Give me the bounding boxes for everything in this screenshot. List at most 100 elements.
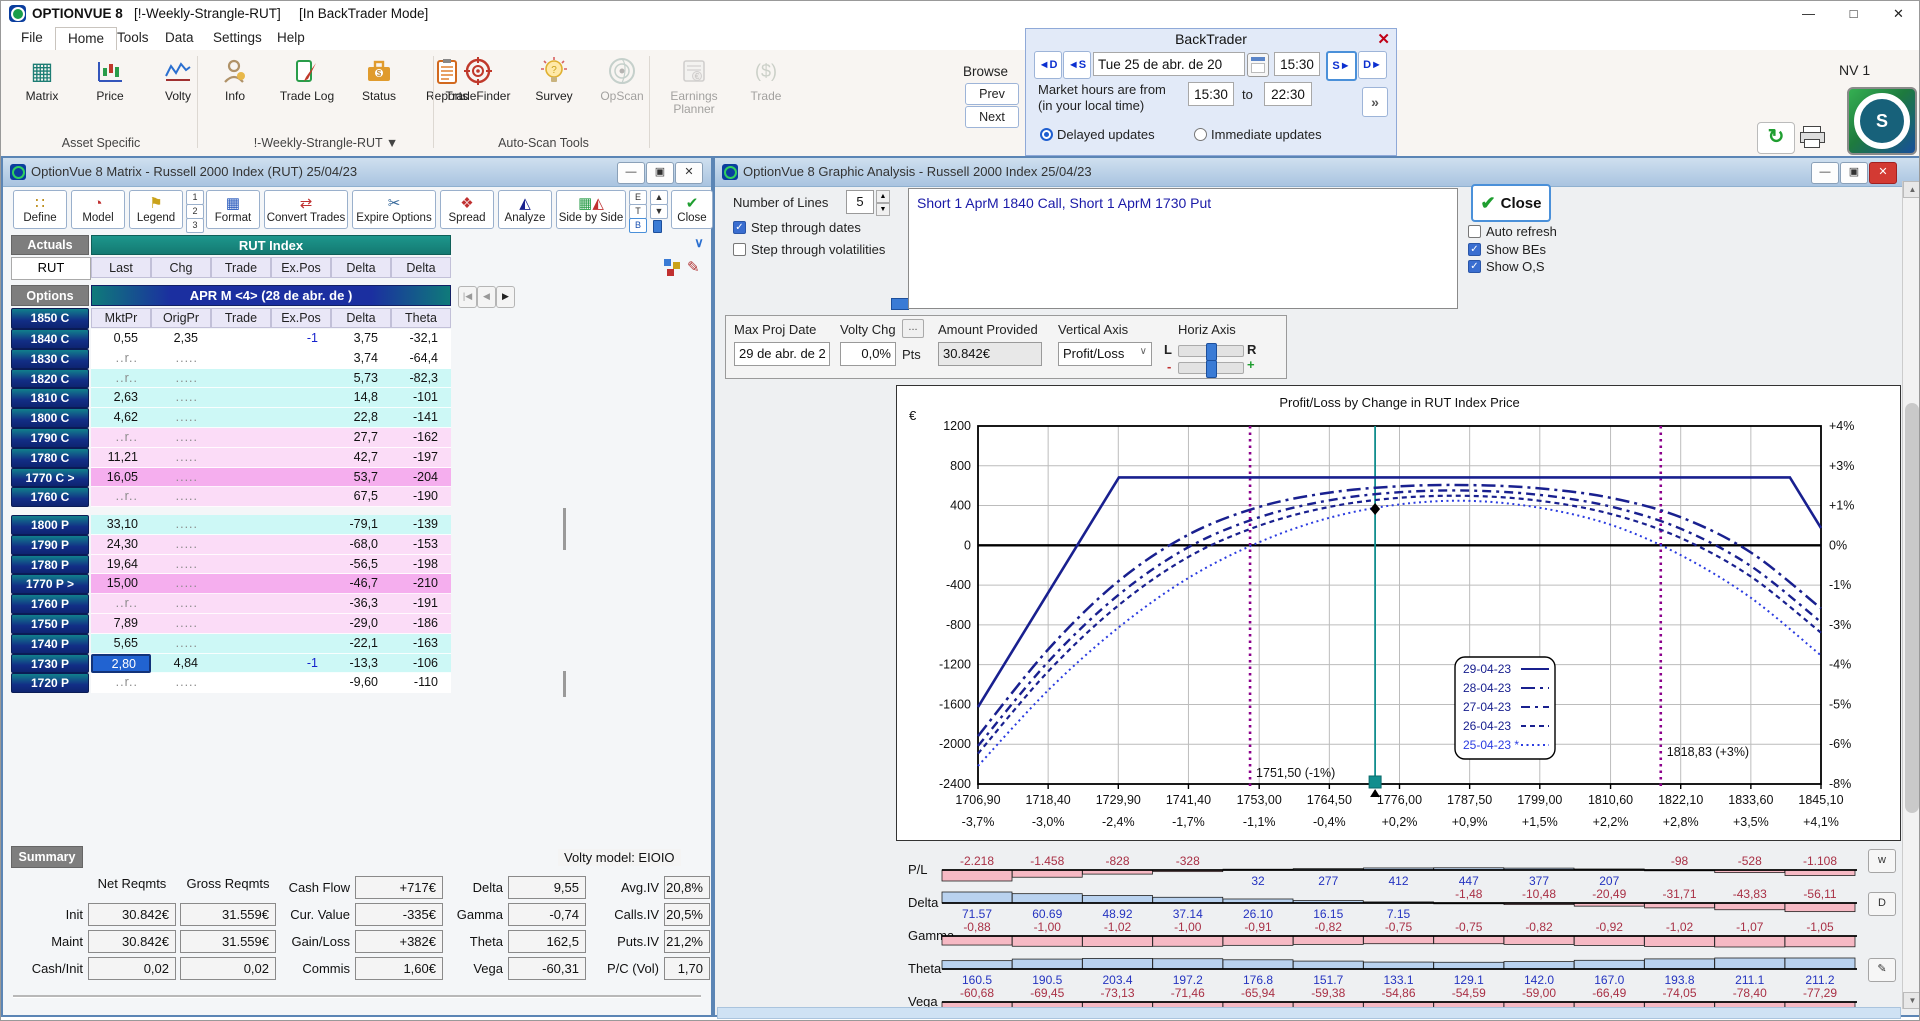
strike-button[interactable]: 1820 C	[11, 368, 89, 389]
delayed-updates-radio[interactable]: Delayed updates	[1040, 127, 1155, 142]
strike-button[interactable]: 1850 C	[11, 308, 89, 329]
day-back-button[interactable]: ◄D	[1034, 51, 1062, 79]
option-cell[interactable]: 5,65	[91, 633, 151, 654]
collapse-chevron-icon[interactable]: ∨	[689, 235, 709, 253]
option-cell[interactable]: 2,63	[91, 388, 151, 409]
hours-to-field[interactable]: 22:30	[1264, 82, 1312, 106]
expand-chevron-button[interactable]: »	[1362, 87, 1388, 117]
strike-button[interactable]: 1800 P	[11, 515, 89, 535]
option-cell[interactable]: ..r..	[91, 368, 151, 389]
table-edit-icon[interactable]: ✎	[1868, 958, 1896, 982]
strike-button[interactable]: 1800 C	[11, 408, 89, 428]
format-button[interactable]: ▦ Format	[206, 190, 260, 229]
minimize-button[interactable]: —	[1786, 1, 1831, 27]
auto-refresh-checkbox[interactable]: Auto refresh	[1468, 224, 1557, 239]
strike-button[interactable]: 1770 P >	[11, 574, 89, 595]
spread-button[interactable]: ❖ Spread	[440, 190, 494, 229]
convert-trades-button[interactable]: ⇄ Convert Trades	[264, 190, 348, 229]
group-label-strategy[interactable]: !-Weekly-Strangle-RUT ▼	[211, 136, 441, 150]
matrix-close-button[interactable]: ✕	[675, 162, 703, 184]
strike-button[interactable]: 1840 C	[11, 329, 89, 349]
volty-chg-field[interactable]: 0,0%	[840, 342, 896, 366]
graph-maximize-button[interactable]: ▣	[1840, 162, 1868, 184]
adjust-position-icon[interactable]	[663, 258, 683, 278]
graph-minimize-button[interactable]: —	[1811, 162, 1839, 184]
strategy-textbox[interactable]: Short 1 AprM 1840 Call, Short 1 AprM 173…	[908, 188, 1458, 309]
t-button[interactable]: T	[629, 204, 647, 219]
option-cell[interactable]: ..r..	[91, 673, 151, 694]
refresh-icon[interactable]: ↻	[1757, 122, 1795, 154]
option-cell[interactable]: 11,21	[91, 447, 151, 468]
puts-scroll-mark[interactable]	[563, 671, 566, 697]
define-button[interactable]: ∷ Define	[13, 190, 67, 229]
graph-close-button[interactable]: ✕	[1869, 162, 1897, 184]
strike-button[interactable]: 1740 P	[11, 633, 89, 654]
scroll-up-button[interactable]: ▲	[650, 190, 668, 205]
volty-more-button[interactable]: ...	[902, 319, 924, 338]
num-lines-stepper[interactable]: ▲ ▼	[876, 190, 890, 216]
ribbon-trade-log[interactable]: Trade Log	[274, 54, 340, 103]
ribbon-status[interactable]: $ Status	[350, 54, 408, 103]
backtrader-time-field[interactable]: 15:30	[1274, 52, 1320, 76]
expire-options-button[interactable]: ✂ Expire Options	[352, 190, 436, 229]
option-cell[interactable]: 15,00	[91, 574, 151, 595]
option-cell[interactable]: ..r..	[91, 594, 151, 614]
graph-titlebar[interactable]: OptionVue 8 Graphic Analysis - Russell 2…	[715, 158, 1919, 187]
step-back-button[interactable]: ◄S	[1063, 51, 1091, 79]
vol-step-slider[interactable]	[891, 298, 909, 310]
step-vols-checkbox[interactable]: Step through volatilities	[733, 242, 885, 257]
vertical-axis-select[interactable]: Profit/Loss ∨	[1058, 342, 1152, 366]
strike-button[interactable]: 1760 C	[11, 487, 89, 508]
prev-expiry-button[interactable]: ◀	[477, 286, 496, 308]
matrix-minimize-button[interactable]: —	[617, 162, 645, 184]
b-button[interactable]: B	[629, 218, 647, 233]
strike-button[interactable]: 1810 C	[11, 388, 89, 409]
strike-button[interactable]: 1750 P	[11, 613, 89, 634]
strike-button[interactable]: 1790 P	[11, 534, 89, 555]
max-proj-field[interactable]: 29 de abr. de 2	[734, 342, 830, 366]
show-bes-checkbox[interactable]: ✓ Show BEs	[1468, 242, 1546, 257]
e-button[interactable]: E	[629, 190, 647, 205]
layout-1-button[interactable]: 1	[186, 190, 204, 205]
menu-settings[interactable]: Settings	[201, 27, 274, 49]
matrix-titlebar[interactable]: OptionVue 8 Matrix - Russell 2000 Index …	[3, 158, 711, 187]
wave-mode-icon[interactable]: w	[1868, 849, 1896, 873]
option-cell[interactable]: 16,05	[91, 467, 151, 488]
step-forward-button[interactable]: S►	[1326, 51, 1357, 81]
graph-horizontal-scrollbar[interactable]	[717, 1007, 1901, 1019]
browse-prev-button[interactable]: Prev	[965, 83, 1019, 105]
layout-3-button[interactable]: 3	[186, 218, 204, 233]
delta-mode-icon[interactable]: D	[1868, 892, 1896, 916]
ribbon-survey[interactable]: ? Survey	[525, 54, 583, 103]
graph-close-toolbar-button[interactable]: ✔ Close	[1471, 184, 1551, 222]
strike-button[interactable]: 1760 P	[11, 594, 89, 614]
strike-button[interactable]: 1780 P	[11, 554, 89, 575]
strike-button[interactable]: 1720 P	[11, 673, 89, 694]
options-scroll-mark[interactable]	[563, 508, 566, 550]
menu-help[interactable]: Help	[265, 27, 317, 49]
option-cell[interactable]: ..r..	[91, 348, 151, 369]
haxis-zoom-slider[interactable]	[1178, 360, 1244, 378]
hours-from-field[interactable]: 15:30	[1188, 82, 1234, 106]
scroll-down-icon[interactable]: ▼	[1903, 992, 1919, 1009]
scroll-up-icon[interactable]: ▲	[1903, 181, 1919, 198]
calendar-icon[interactable]	[1247, 53, 1269, 77]
option-cell[interactable]: ..r..	[91, 427, 151, 448]
browse-next-button[interactable]: Next	[965, 106, 1019, 128]
row-height-slider[interactable]	[653, 220, 662, 233]
ribbon-matrix[interactable]: ▦ Matrix	[13, 54, 71, 103]
option-cell[interactable]: ..r..	[91, 487, 151, 508]
matrix-close-toolbar-button[interactable]: ✔ Close	[671, 190, 713, 229]
strike-button[interactable]: 1830 C	[11, 348, 89, 369]
strike-button[interactable]: 1780 C	[11, 447, 89, 468]
ribbon-volty[interactable]: Volty	[149, 54, 207, 103]
strike-button[interactable]: 1730 P	[11, 653, 89, 674]
scroll-down-button[interactable]: ▼	[650, 204, 668, 219]
backtrader-close-icon[interactable]: ✕	[1377, 30, 1390, 48]
side-by-side-button[interactable]: ▦◭ Side by Side	[556, 190, 626, 229]
scrollbar-thumb[interactable]	[1905, 403, 1919, 813]
ribbon-price[interactable]: Price	[81, 54, 139, 103]
ribbon-info[interactable]: Info	[206, 54, 264, 103]
account-logo-button[interactable]: S	[1847, 87, 1917, 155]
show-os-checkbox[interactable]: ✓ Show O,S	[1468, 259, 1545, 274]
